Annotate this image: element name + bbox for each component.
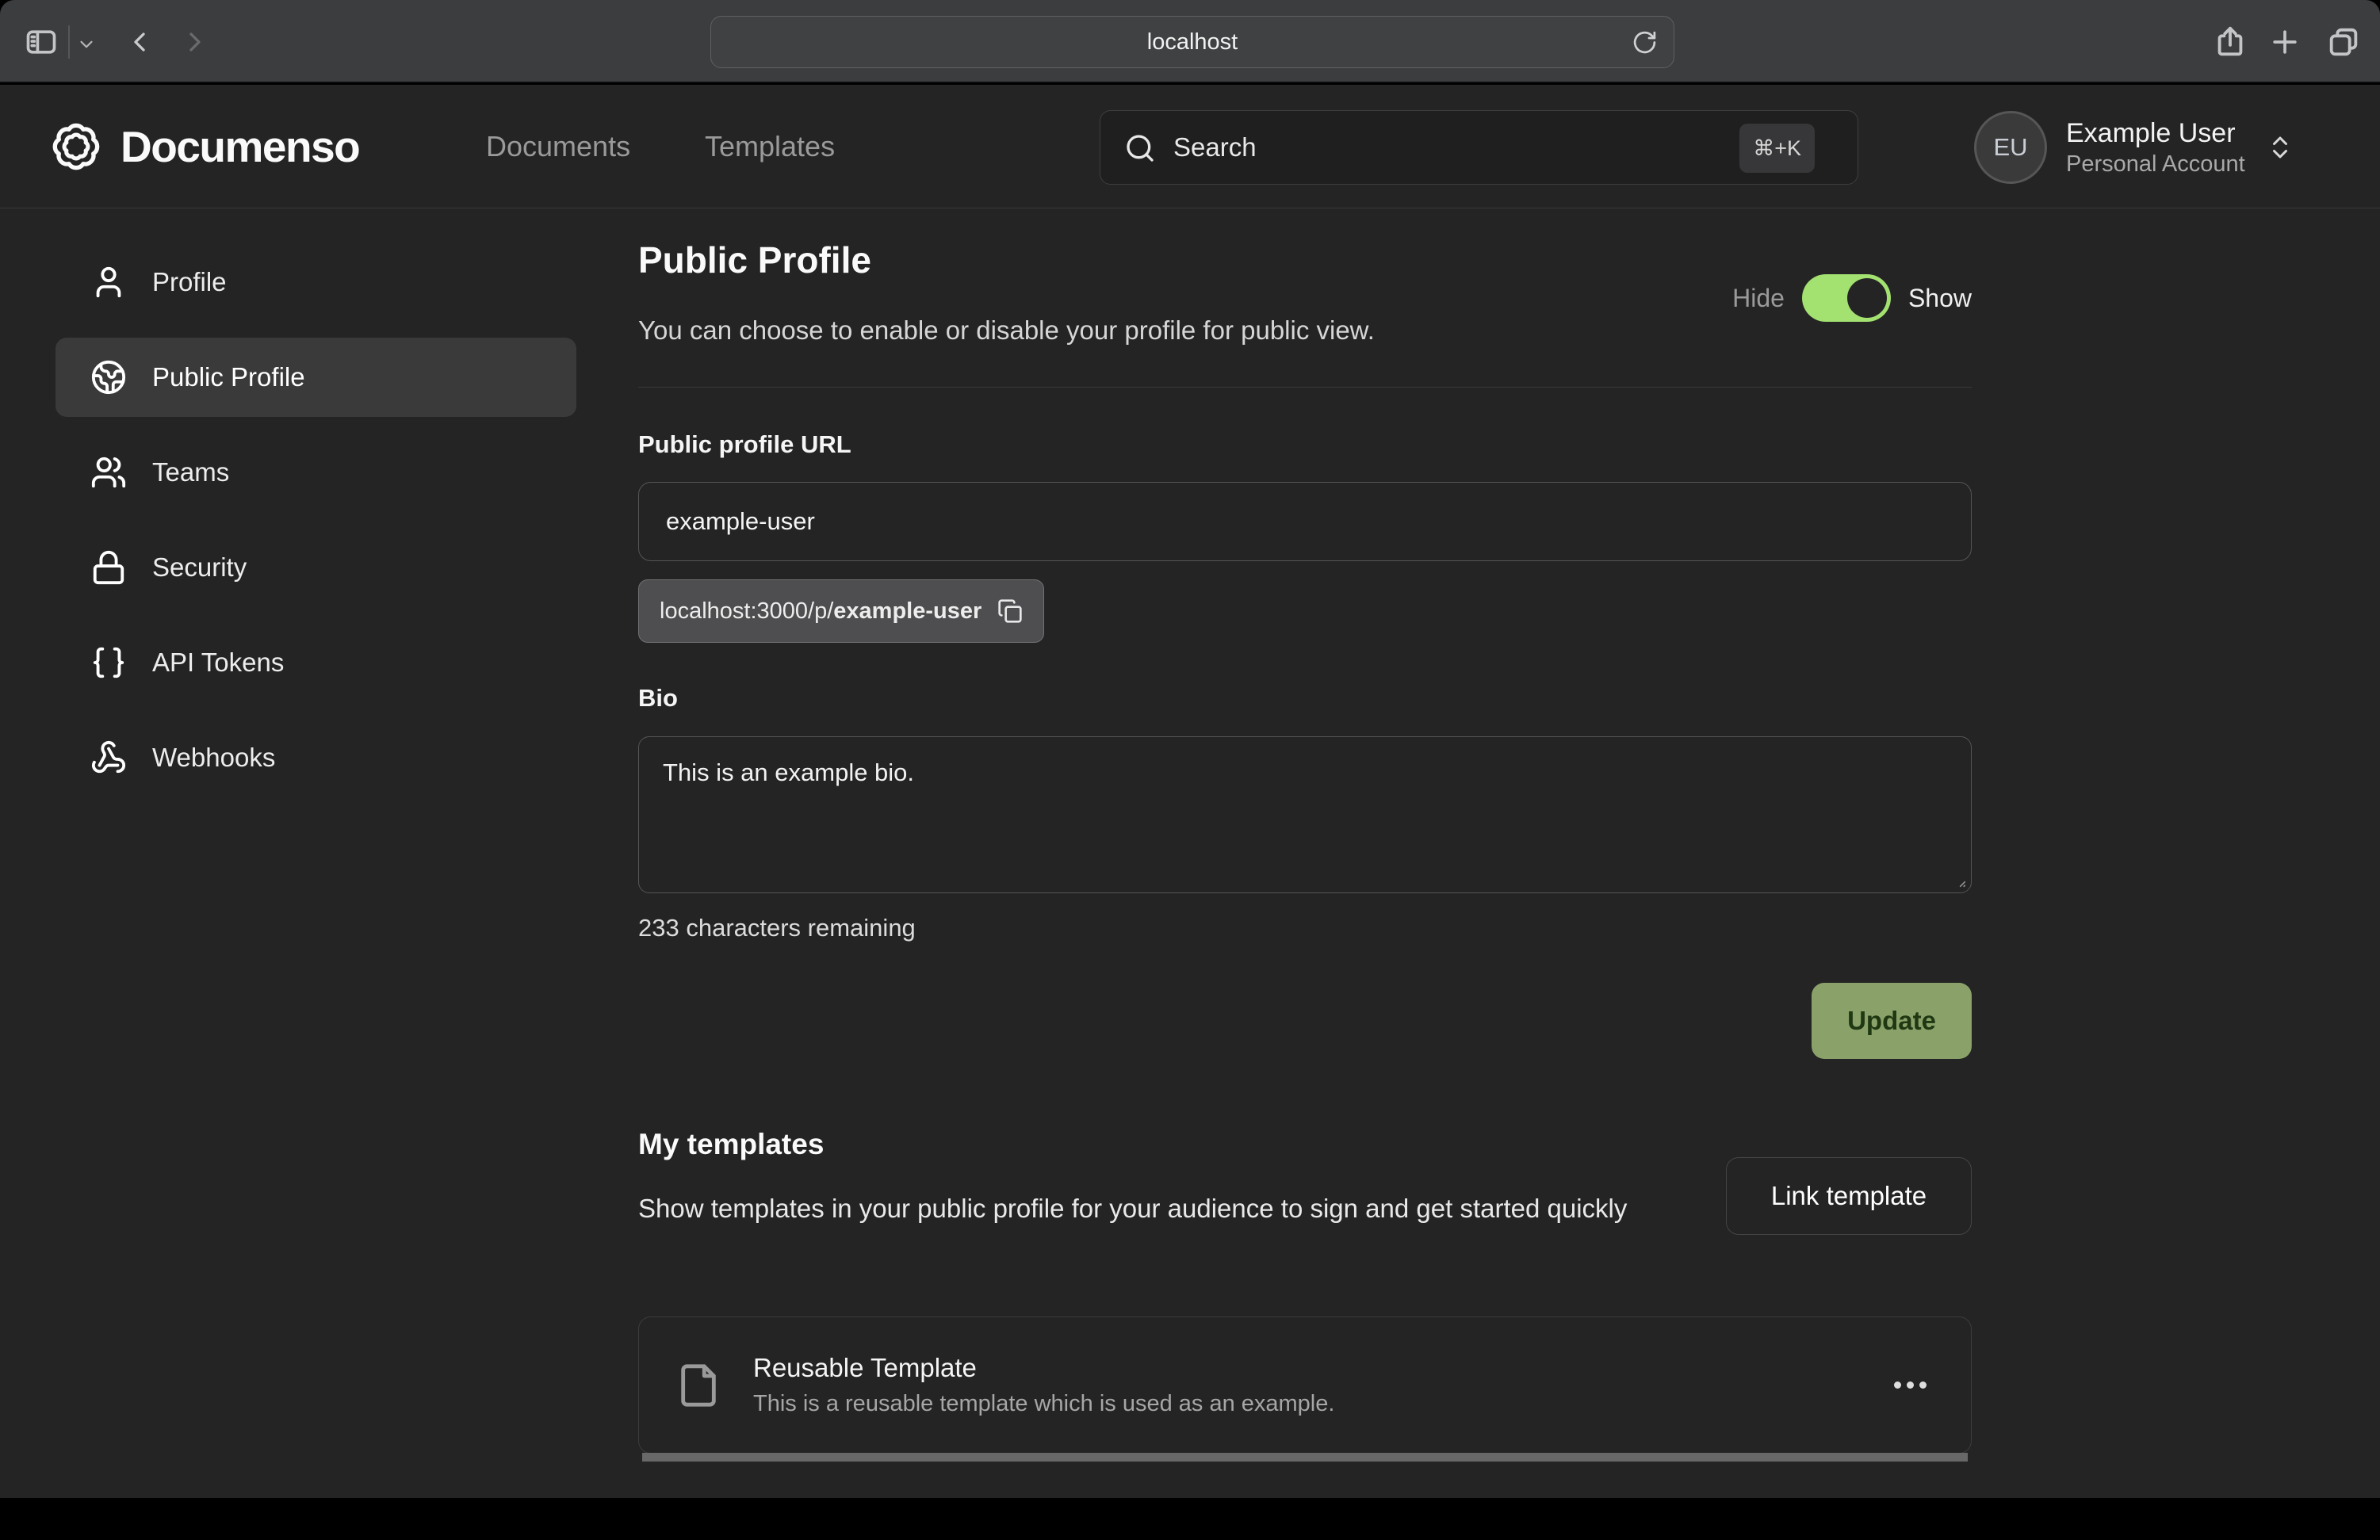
profile-url-slug: example-user: [833, 598, 981, 624]
copy-icon: [997, 598, 1023, 624]
sidebar-item-profile[interactable]: Profile: [55, 243, 576, 322]
profile-url-copy-button[interactable]: localhost:3000/p/example-user: [638, 579, 1044, 643]
forward-icon[interactable]: [179, 26, 211, 58]
profile-url-prefix: localhost:3000/p/: [660, 598, 833, 624]
back-icon[interactable]: [124, 26, 155, 58]
user-name: Example User: [2066, 117, 2245, 151]
earth-icon: [90, 359, 127, 396]
avatar[interactable]: EU: [1974, 111, 2047, 184]
sidebar-item-label: API Tokens: [152, 648, 284, 678]
resize-handle-icon[interactable]: [1950, 871, 1967, 888]
chrome-separator: [68, 25, 70, 59]
template-row: Reusable Template This is a reusable tem…: [638, 1316, 1972, 1454]
link-template-button[interactable]: Link template: [1726, 1157, 1972, 1235]
users-icon: [90, 454, 127, 491]
main-content: Public Profile Hide Show You can choose …: [638, 208, 1972, 1540]
bio-label: Bio: [638, 684, 678, 713]
page-description: You can choose to enable or disable your…: [638, 315, 1375, 346]
nav-templates[interactable]: Templates: [705, 85, 835, 208]
search-icon: [1124, 132, 1156, 164]
user-icon: [90, 264, 127, 300]
dot: [1919, 1381, 1927, 1389]
documenso-badge-icon: [51, 121, 101, 172]
sidebar-item-api-tokens[interactable]: API Tokens: [55, 623, 576, 702]
horizontal-scrollbar[interactable]: [642, 1453, 1968, 1462]
sidebar-item-label: Public Profile: [152, 362, 305, 392]
sidebar-item-teams[interactable]: Teams: [55, 433, 576, 512]
characters-remaining: 233 characters remaining: [638, 914, 916, 942]
profile-visibility-toggle[interactable]: [1802, 274, 1891, 322]
dot: [1907, 1381, 1914, 1389]
sidebar-item-label: Security: [152, 552, 247, 583]
address-bar-url[interactable]: localhost: [711, 17, 1674, 67]
profile-url-text: localhost:3000/p/example-user: [660, 598, 981, 625]
sidebar-item-label: Teams: [152, 457, 229, 487]
browser-chrome: localhost: [0, 0, 2380, 83]
webhook-icon: [90, 739, 127, 776]
toggle-hide-label: Hide: [1732, 284, 1785, 313]
update-button[interactable]: Update: [1812, 983, 1972, 1059]
bio-textarea[interactable]: This is an example bio.: [638, 736, 1972, 893]
sidebar-panel-icon[interactable]: [24, 25, 59, 59]
chevron-down-icon[interactable]: [76, 34, 97, 55]
search-input[interactable]: [1173, 111, 1728, 184]
share-icon[interactable]: [2212, 24, 2248, 60]
new-tab-icon[interactable]: [2267, 25, 2302, 59]
sidebar-item-security[interactable]: Security: [55, 528, 576, 607]
user-text: Example User Personal Account: [2066, 117, 2245, 179]
tab-overview-icon[interactable]: [2325, 24, 2362, 60]
refresh-icon[interactable]: [1632, 29, 1658, 55]
page-title: Public Profile: [638, 239, 871, 281]
nav-documents[interactable]: Documents: [486, 85, 630, 208]
app-window: Documenso Documents Templates ⌘+K EU Exa…: [0, 85, 2380, 1498]
template-text: Reusable Template This is a reusable tem…: [753, 1353, 1334, 1417]
public-profile-url-input[interactable]: [638, 482, 1972, 561]
braces-icon: [90, 644, 127, 681]
lock-icon: [90, 549, 127, 586]
sidebar-item-label: Profile: [152, 267, 227, 297]
ellipsis-icon[interactable]: [1886, 1374, 1934, 1397]
address-bar[interactable]: localhost: [710, 16, 1674, 68]
sidebar-item-webhooks[interactable]: Webhooks: [55, 718, 576, 797]
app-header: Documenso Documents Templates ⌘+K EU Exa…: [0, 85, 2380, 208]
chevrons-up-down-icon: [2266, 133, 2294, 162]
visibility-toggle-row: Hide Show: [1732, 274, 1972, 322]
dot: [1894, 1381, 1901, 1389]
search-shortcut-badge: ⌘+K: [1739, 124, 1815, 173]
template-name: Reusable Template: [753, 1353, 1334, 1383]
my-templates-description: Show templates in your public profile fo…: [638, 1190, 1693, 1228]
sidebar-item-label: Webhooks: [152, 743, 275, 773]
user-account-type: Personal Account: [2066, 150, 2245, 178]
public-profile-url-label: Public profile URL: [638, 430, 851, 459]
toggle-show-label: Show: [1908, 284, 1972, 313]
brand-name: Documenso: [121, 121, 359, 172]
user-menu[interactable]: EU Example User Personal Account: [1974, 110, 2294, 185]
file-icon: [675, 1362, 721, 1408]
my-templates-title: My templates: [638, 1128, 824, 1161]
toggle-knob: [1847, 278, 1887, 318]
search-bar[interactable]: ⌘+K: [1100, 110, 1858, 185]
section-divider: [638, 387, 1972, 388]
sidebar-item-public-profile[interactable]: Public Profile: [55, 338, 576, 417]
settings-sidebar: Profile Public Profile Teams Security: [55, 243, 576, 813]
template-description: This is a reusable template which is use…: [753, 1391, 1334, 1417]
brand[interactable]: Documenso: [51, 85, 359, 208]
